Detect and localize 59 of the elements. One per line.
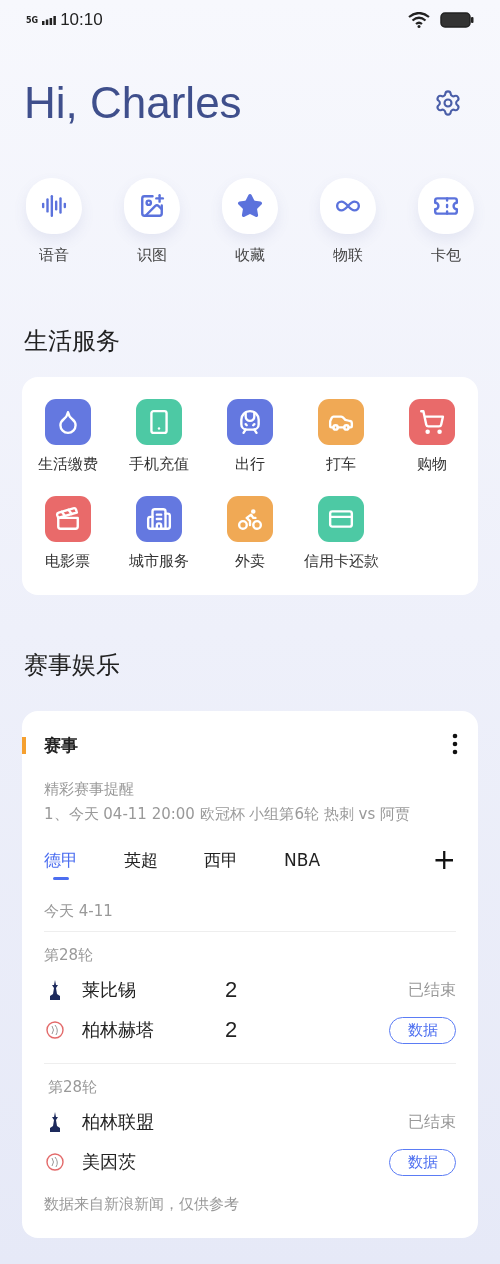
- quick-action-button[interactable]: 语音: [14, 178, 94, 265]
- image-icon: [139, 193, 165, 219]
- league-tab[interactable]: 英超: [124, 848, 158, 880]
- accent-bar: [22, 737, 26, 754]
- reminder-text: 1、今天 04-11 20:00 欧冠杯 小组第6轮 热刺 vs 阿贾: [44, 805, 411, 824]
- round-crest-icon: [46, 1021, 64, 1039]
- network-label: 5G: [26, 15, 39, 25]
- source-note: 数据来自新浪新闻，仅供参考: [44, 1195, 240, 1214]
- team-name: 柏林赫塔: [82, 1018, 155, 1042]
- clock-time: 10:10: [60, 10, 103, 30]
- service-button[interactable]: 城市服务: [113, 496, 205, 571]
- match-status: 已结束: [408, 979, 456, 1001]
- service-button[interactable]: 打车: [295, 399, 387, 474]
- round-label: 第28轮: [47, 1078, 99, 1097]
- service-button[interactable]: 电影票: [22, 496, 114, 571]
- battery-icon: [440, 12, 474, 28]
- team-name: 莱比锡: [82, 978, 137, 1002]
- settings-icon[interactable]: [434, 89, 462, 117]
- quick-action-button[interactable]: 收藏: [210, 178, 290, 265]
- round-crest-icon: [46, 1153, 64, 1171]
- scooter-icon: [237, 506, 263, 532]
- crest-icon: [49, 1112, 61, 1132]
- service-button[interactable]: 手机充值: [113, 399, 205, 474]
- quick-action-button[interactable]: 卡包: [406, 178, 486, 265]
- service-button[interactable]: 生活缴费: [22, 399, 114, 474]
- crest-icon: [49, 980, 61, 1000]
- service-button[interactable]: 购物: [386, 399, 478, 474]
- add-button[interactable]: +: [432, 846, 456, 882]
- quick-action-button[interactable]: 物联: [308, 178, 388, 265]
- section-title: 赛事娱乐: [23, 650, 121, 681]
- reminder-title: 精彩赛事提醒: [44, 780, 135, 799]
- greeting-title: Hi, Charles: [24, 78, 242, 128]
- section-title: 生活服务: [23, 326, 121, 357]
- date-label: 今天 4-11: [44, 902, 114, 921]
- data-button[interactable]: 数据: [389, 1016, 456, 1044]
- match-status: 已结束: [408, 1111, 456, 1133]
- train-icon: [237, 409, 263, 435]
- team-name: 柏林联盟: [82, 1110, 155, 1134]
- sound-wave-icon: [41, 193, 67, 219]
- team-score: 2: [225, 1017, 238, 1043]
- round-label: 第28轮: [44, 946, 95, 965]
- card-title: 赛事: [44, 734, 78, 757]
- service-button[interactable]: 信用卡还款: [295, 496, 387, 571]
- data-button[interactable]: 数据: [389, 1148, 456, 1176]
- wifi-icon: [408, 12, 430, 28]
- quick-action-button[interactable]: 识图: [112, 178, 192, 265]
- service-button[interactable]: 出行: [204, 399, 296, 474]
- signal-icon: [42, 15, 57, 25]
- team-score: 2: [225, 977, 238, 1003]
- building-icon: [145, 506, 172, 532]
- league-tab[interactable]: NBA: [284, 850, 320, 878]
- film-icon: [54, 506, 81, 532]
- star-icon: [237, 193, 263, 219]
- league-tab[interactable]: 西甲: [204, 848, 238, 880]
- league-tab[interactable]: 德甲: [44, 848, 78, 880]
- service-button[interactable]: 外卖: [204, 496, 296, 571]
- team-name: 美因茨: [82, 1150, 137, 1174]
- more-icon: [452, 733, 458, 755]
- cart-icon: [419, 409, 446, 435]
